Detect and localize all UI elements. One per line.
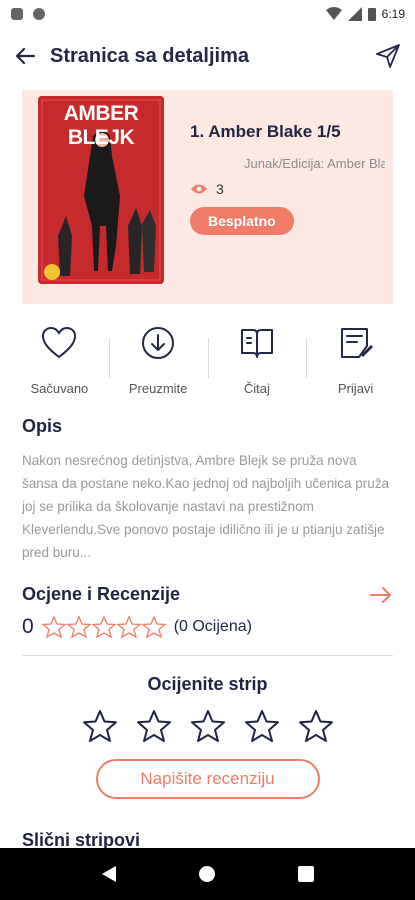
rating-stars xyxy=(41,616,166,638)
download-label: Preuzmite xyxy=(128,381,188,396)
star-outline-icon xyxy=(141,616,166,638)
nav-recents-icon[interactable] xyxy=(297,865,315,883)
comic-edition: Junak/Edicija: Amber Blake xyxy=(244,156,385,171)
nav-home-icon[interactable] xyxy=(197,864,217,884)
read-label: Čitaj xyxy=(243,381,270,396)
wifi-icon xyxy=(325,7,342,20)
comic-cover[interactable]: AMBER BLEJK xyxy=(38,96,164,284)
comic-info: 1. Amber Blake 1/5 Junak/Edicija: Amber … xyxy=(190,122,385,235)
page-title: Stranica sa detaljima xyxy=(50,44,249,67)
download-action[interactable]: Preuzmite xyxy=(108,326,208,396)
signal-icon xyxy=(347,7,362,21)
back-button[interactable] xyxy=(14,41,44,71)
notification-icon xyxy=(11,8,23,20)
arrow-right-icon[interactable] xyxy=(369,585,393,605)
arrow-left-icon xyxy=(15,47,36,65)
star-outline-icon xyxy=(66,616,91,638)
send-icon xyxy=(376,44,400,68)
comic-title: 1. Amber Blake 1/5 xyxy=(190,122,341,141)
save-label: Sačuvano xyxy=(30,381,89,396)
download-icon xyxy=(142,327,175,359)
views-value: 3 xyxy=(216,181,224,197)
report-label: Prijavi xyxy=(337,381,374,396)
price-badge[interactable]: Besplatno xyxy=(190,207,294,235)
report-action[interactable]: Prijavi xyxy=(306,326,405,396)
divider xyxy=(22,655,393,656)
star-rate-icon[interactable] xyxy=(136,709,172,743)
share-button[interactable] xyxy=(371,41,401,71)
save-action[interactable]: Sačuvano xyxy=(10,326,109,396)
heart-icon xyxy=(42,326,77,359)
rate-section: Ocijenite strip Napišite recenziju xyxy=(0,674,415,799)
rating-count: (0 Ocijena) xyxy=(173,618,252,635)
star-rate-icon[interactable] xyxy=(82,709,118,743)
description-title: Opis xyxy=(22,416,63,436)
status-bar: 6:19 xyxy=(0,0,415,28)
star-rate-icon[interactable] xyxy=(244,709,280,743)
star-outline-icon xyxy=(91,616,116,638)
cover-title: AMBER BLEJK xyxy=(63,102,139,149)
description-text: Nakon nesrećnog detinjstva, Ambre Blejk … xyxy=(22,453,390,560)
circle-status-icon xyxy=(33,8,45,20)
app-bar: Stranica sa detaljima xyxy=(0,28,415,84)
nav-back-icon[interactable] xyxy=(100,864,118,884)
action-row: Sačuvano Preuzmite Čitaj Prijavi xyxy=(10,326,405,396)
battery-icon xyxy=(367,8,376,21)
star-rate-icon[interactable] xyxy=(298,709,334,743)
rate-title: Ocijenite strip xyxy=(147,674,268,694)
system-nav-bar xyxy=(0,848,415,900)
report-icon xyxy=(340,328,373,358)
star-rate-icon[interactable] xyxy=(190,709,226,743)
comic-hero: AMBER BLEJK 1. Amber Blake 1/5 Junak/Edi… xyxy=(22,90,393,304)
ratings-section: Ocjene i Recenzije 0 (0 Ocijena) xyxy=(22,584,393,639)
star-outline-icon xyxy=(116,616,141,638)
book-icon xyxy=(240,329,273,358)
star-outline-icon xyxy=(41,616,66,638)
views-count: 3 xyxy=(190,181,385,197)
ratings-title: Ocjene i Recenzije xyxy=(22,584,181,604)
description-section: Opis Nakon nesrećnog detinjstva, Ambre B… xyxy=(22,416,393,564)
rating-score: 0 xyxy=(22,615,34,638)
write-review-button[interactable]: Napišite recenziju xyxy=(95,759,320,799)
eye-icon xyxy=(191,184,207,194)
status-time: 6:19 xyxy=(381,7,405,21)
read-action[interactable]: Čitaj xyxy=(207,326,307,396)
rate-stars xyxy=(0,709,415,743)
